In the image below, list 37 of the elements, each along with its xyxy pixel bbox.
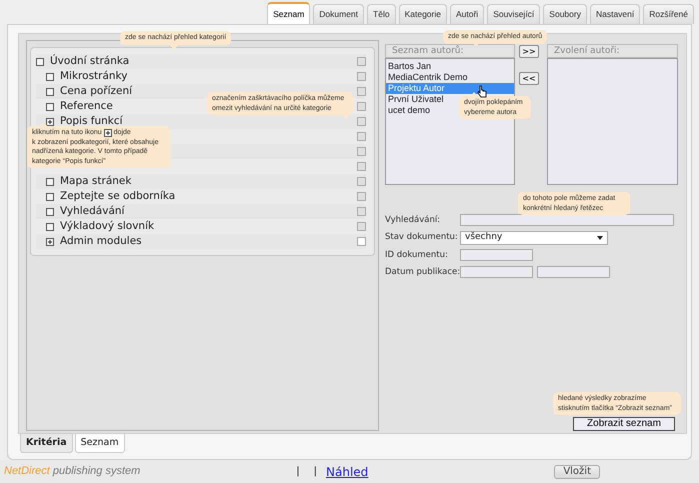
logo-text: publishing system bbox=[52, 464, 140, 480]
add-button[interactable]: >> bbox=[519, 45, 539, 58]
field-label: ID dokumentu: bbox=[385, 248, 449, 262]
field-label: Vyhledávání: bbox=[385, 214, 442, 227]
tab[interactable]: Tělo bbox=[367, 4, 396, 24]
tab[interactable]: Kritéria bbox=[20, 434, 73, 454]
submit-button[interactable]: Zobrazit seznam bbox=[573, 417, 675, 431]
tab[interactable]: Seznam bbox=[267, 2, 310, 24]
tab[interactable]: Rozšířené bbox=[643, 4, 694, 24]
status-dropdown[interactable]: všechny bbox=[460, 230, 608, 245]
dropdown-value: všechny bbox=[465, 231, 502, 244]
tab[interactable]: Soubory bbox=[543, 4, 587, 24]
date-to-field[interactable] bbox=[537, 266, 610, 278]
field-label: Stav dokumentu: bbox=[385, 231, 459, 244]
tab[interactable]: Seznam bbox=[74, 434, 125, 454]
list-item[interactable]: Bartos Jan bbox=[386, 61, 514, 72]
date-from-field[interactable] bbox=[460, 266, 533, 278]
list-header: Zvolení autoři: bbox=[547, 44, 678, 58]
caret-icon bbox=[597, 236, 603, 240]
tab[interactable]: Nastavení bbox=[590, 4, 640, 24]
search-field[interactable] bbox=[460, 214, 674, 226]
hand-cursor-icon bbox=[477, 84, 487, 99]
tab[interactable]: Dokument bbox=[313, 4, 364, 24]
field-label: Datum publikace: bbox=[385, 266, 460, 278]
tab[interactable]: Autoři bbox=[450, 4, 484, 24]
id-field[interactable] bbox=[460, 249, 533, 262]
preview-link[interactable]: Náhled bbox=[326, 462, 368, 480]
separator: | bbox=[296, 465, 300, 479]
logo-text: NetDirect bbox=[4, 464, 50, 480]
expand-icon bbox=[104, 128, 112, 137]
list-header: Seznam autorů: bbox=[385, 44, 515, 58]
separator: | bbox=[314, 465, 318, 479]
tab[interactable]: Kategorie bbox=[398, 4, 447, 24]
insert-button[interactable]: Vložit bbox=[554, 464, 600, 478]
list-item[interactable]: MediaCentrik Demo bbox=[386, 72, 514, 83]
remove-button[interactable]: << bbox=[519, 72, 539, 85]
tab[interactable]: Související bbox=[487, 4, 540, 24]
